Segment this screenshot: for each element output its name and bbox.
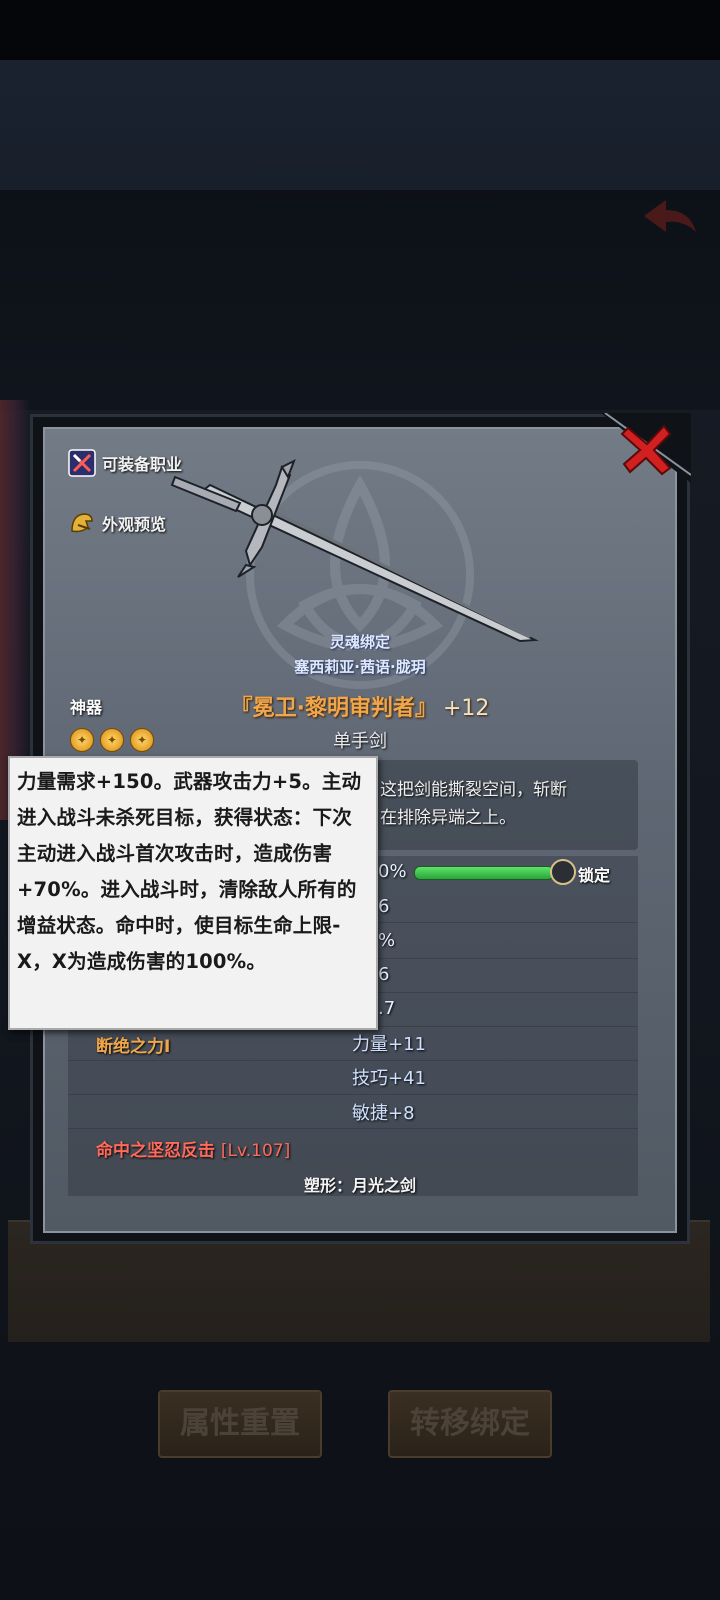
item-description: 这把剑能撕裂空间，斩断 在排除异端之上。 xyxy=(380,780,567,828)
bound-owner-name: 塞西莉亚·茜语·胧玥 xyxy=(294,658,426,676)
reset-attributes-button[interactable]: 属性重置 xyxy=(158,1390,322,1458)
equippable-class-label: 可装备职业 xyxy=(102,455,183,474)
appearance-preview-button[interactable]: 外观预览 xyxy=(68,508,166,538)
divider xyxy=(68,1128,638,1129)
divider xyxy=(68,1060,638,1061)
divider xyxy=(68,1094,638,1095)
stat-value: 6 xyxy=(378,964,390,985)
star-rating: ✦ ✦ ✦ xyxy=(70,728,154,752)
back-arrow-icon[interactable] xyxy=(640,196,700,240)
background-panel xyxy=(0,190,720,410)
item-title: 『冕卫·黎明审判者』 xyxy=(230,696,437,721)
lock-icon[interactable] xyxy=(550,859,576,885)
skill-2-level: [Lv.107] xyxy=(220,1141,291,1161)
appearance-preview-icon xyxy=(71,513,93,533)
skill-name[interactable]: 断绝之力I xyxy=(96,1032,170,1057)
attribute-strength: 力量+11 xyxy=(352,1034,426,1055)
status-bar-area xyxy=(0,0,720,60)
skill-name-2[interactable]: 命中之坚忍反击 [Lv.107] xyxy=(96,1136,290,1161)
sword-image xyxy=(170,458,539,643)
crossed-weapons-icon xyxy=(68,449,96,477)
enhance-level: +12 xyxy=(442,696,490,721)
progress-bar xyxy=(414,866,554,880)
item-shape: 塑形：月光之剑 xyxy=(303,1176,416,1195)
lock-label[interactable]: 锁定 xyxy=(578,862,610,886)
star-icon: ✦ xyxy=(130,728,154,752)
soul-bound-label: 灵魂绑定 xyxy=(329,633,390,651)
item-name: 『冕卫·黎明审判者』 +12 xyxy=(0,690,720,722)
star-icon: ✦ xyxy=(100,728,124,752)
stat-value: % xyxy=(378,930,396,951)
tooltip-text: 力量需求+150。武器攻击力+5。主动进入战斗未杀死目标，获得状态：下次主动进入… xyxy=(17,770,362,973)
equippable-class-button[interactable]: 可装备职业 xyxy=(68,448,182,478)
close-icon[interactable] xyxy=(618,420,676,478)
star-icon: ✦ xyxy=(70,728,94,752)
stat-value: 0% xyxy=(378,861,407,882)
stat-value: 6 xyxy=(378,896,390,917)
attribute-technique: 技巧+41 xyxy=(352,1068,426,1089)
transfer-binding-button[interactable]: 转移绑定 xyxy=(388,1390,552,1458)
skill-2-name: 命中之坚忍反击 xyxy=(96,1141,215,1161)
skill-tooltip: 力量需求+150。武器攻击力+5。主动进入战斗未杀死目标，获得状态：下次主动进入… xyxy=(8,756,378,1030)
appearance-preview-label: 外观预览 xyxy=(102,515,167,534)
stat-value: .7 xyxy=(378,998,396,1019)
attribute-agility: 敏捷+8 xyxy=(352,1103,415,1124)
